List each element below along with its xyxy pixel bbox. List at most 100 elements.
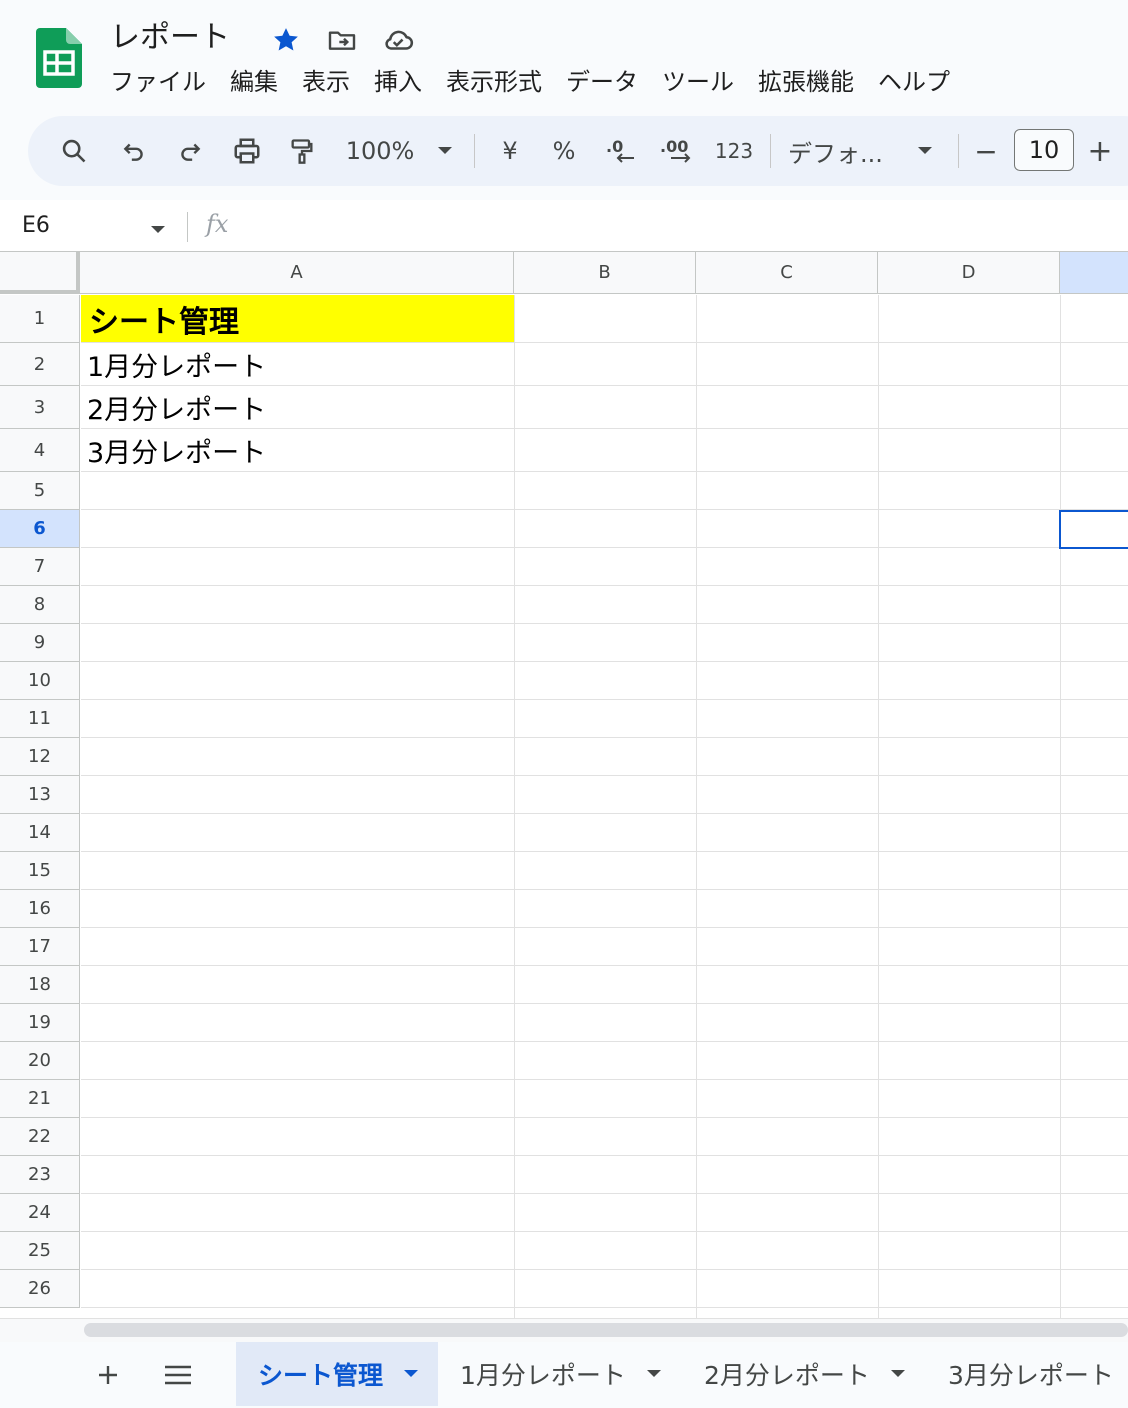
sheet-tab-january[interactable]: 1月分レポート <box>438 1342 682 1406</box>
app-header: レポート ファイル 編集 表示 挿入 表示形式 データ ツール 拡張機能 ヘルプ <box>0 0 1128 200</box>
add-sheet-icon[interactable] <box>88 1355 128 1395</box>
sheet-tab-label: シート管理 <box>258 1361 384 1390</box>
sheet-tab-caret-icon[interactable] <box>646 1369 662 1379</box>
row-header-4[interactable]: 4 <box>0 429 80 472</box>
row-header-14[interactable]: 14 <box>0 814 80 852</box>
font-dropdown-caret-icon[interactable] <box>908 116 942 186</box>
active-cell-selection[interactable] <box>1059 510 1128 549</box>
gridline <box>81 775 1128 776</box>
decrease-decimal-icon[interactable]: .0 <box>598 116 644 186</box>
font-size-input[interactable]: 10 <box>1014 129 1074 171</box>
gridline <box>81 1041 1128 1042</box>
menu-view[interactable]: 表示 <box>290 64 362 100</box>
menu-tools[interactable]: ツール <box>650 64 746 100</box>
document-title[interactable]: レポート <box>110 18 230 58</box>
redo-icon[interactable] <box>168 116 212 186</box>
gridline <box>81 1269 1128 1270</box>
row-header-3[interactable]: 3 <box>0 386 80 429</box>
gridline <box>81 623 1128 624</box>
sheet-tab-caret-icon[interactable] <box>403 1369 419 1379</box>
decrease-font-size-button[interactable]: − <box>970 116 1002 186</box>
row-header-25[interactable]: 25 <box>0 1232 80 1270</box>
row-header-23[interactable]: 23 <box>0 1156 80 1194</box>
sheet-tab-management[interactable]: シート管理 <box>236 1342 438 1406</box>
gridline <box>81 509 1128 510</box>
row-header-26[interactable]: 26 <box>0 1270 80 1308</box>
gridline <box>696 295 697 1318</box>
column-header-c[interactable]: C <box>696 252 878 294</box>
row-header-5[interactable]: 5 <box>0 472 80 510</box>
name-box-caret-icon[interactable] <box>150 220 166 239</box>
zoom-dropdown-caret-icon[interactable] <box>428 116 462 186</box>
horizontal-scrollbar[interactable] <box>0 1318 1128 1342</box>
cell-a2[interactable]: 1月分レポート <box>87 343 266 386</box>
sheets-logo-icon[interactable] <box>36 28 82 88</box>
column-header-a[interactable]: A <box>80 252 514 294</box>
column-header-e[interactable] <box>1060 252 1128 294</box>
all-sheets-menu-icon[interactable] <box>158 1355 198 1395</box>
row-header-7[interactable]: 7 <box>0 548 80 586</box>
row-header-21[interactable]: 21 <box>0 1080 80 1118</box>
cell-a4[interactable]: 3月分レポート <box>87 429 266 472</box>
row-header-17[interactable]: 17 <box>0 928 80 966</box>
row-header-24[interactable]: 24 <box>0 1194 80 1232</box>
row-header-20[interactable]: 20 <box>0 1042 80 1080</box>
gridline <box>81 851 1128 852</box>
row-header-19[interactable]: 19 <box>0 1004 80 1042</box>
column-header-b[interactable]: B <box>514 252 696 294</box>
increase-decimal-icon[interactable]: .00 <box>654 116 700 186</box>
move-to-folder-icon[interactable] <box>324 22 360 58</box>
menu-file[interactable]: ファイル <box>98 64 218 100</box>
zoom-value[interactable]: 100% <box>340 116 420 186</box>
undo-icon[interactable] <box>112 116 156 186</box>
formula-bar: E6 fx <box>0 200 1128 252</box>
sheet-tab-march[interactable]: 3月分レポート <box>926 1342 1128 1406</box>
menu-extensions[interactable]: 拡張機能 <box>746 64 866 100</box>
gridline <box>81 1003 1128 1004</box>
gridline <box>81 889 1128 890</box>
sheet-tab-caret-icon[interactable] <box>890 1369 906 1379</box>
svg-text:.0: .0 <box>606 137 623 156</box>
more-formats-button[interactable]: 123 <box>710 116 758 186</box>
row-header-16[interactable]: 16 <box>0 890 80 928</box>
row-header-6[interactable]: 6 <box>0 510 80 548</box>
row-header-8[interactable]: 8 <box>0 586 80 624</box>
toolbar-separator <box>474 134 475 168</box>
menu-help[interactable]: ヘルプ <box>866 64 962 100</box>
percent-format-button[interactable]: % <box>544 116 584 186</box>
print-icon[interactable] <box>224 116 270 186</box>
cloud-saved-icon[interactable] <box>380 22 416 58</box>
gridline <box>878 295 879 1318</box>
horizontal-scrollbar-thumb[interactable] <box>84 1323 1128 1337</box>
search-menus-icon[interactable] <box>50 116 98 186</box>
row-header-9[interactable]: 9 <box>0 624 80 662</box>
cell-area[interactable]: シート管理 1月分レポート 2月分レポート 3月分レポート <box>81 295 1128 1318</box>
gridline <box>81 547 1128 548</box>
row-header-1[interactable]: 1 <box>0 295 80 343</box>
star-icon[interactable] <box>268 22 304 58</box>
row-header-11[interactable]: 11 <box>0 700 80 738</box>
name-box[interactable]: E6 <box>22 210 50 242</box>
row-header-18[interactable]: 18 <box>0 966 80 1004</box>
currency-format-button[interactable]: ¥ <box>490 116 530 186</box>
gridline <box>81 1155 1128 1156</box>
row-header-13[interactable]: 13 <box>0 776 80 814</box>
increase-font-size-button[interactable]: + <box>1084 116 1116 186</box>
font-family-select[interactable]: デフォ... <box>788 116 898 186</box>
row-header-2[interactable]: 2 <box>0 343 80 386</box>
column-header-d[interactable]: D <box>878 252 1060 294</box>
row-header-22[interactable]: 22 <box>0 1118 80 1156</box>
sheet-tab-february[interactable]: 2月分レポート <box>682 1342 926 1406</box>
gridline <box>81 737 1128 738</box>
row-header-10[interactable]: 10 <box>0 662 80 700</box>
menu-format[interactable]: 表示形式 <box>434 64 554 100</box>
menu-data[interactable]: データ <box>554 64 650 100</box>
select-all-corner[interactable] <box>0 252 80 294</box>
menu-insert[interactable]: 挿入 <box>362 64 434 100</box>
menu-edit[interactable]: 編集 <box>218 64 290 100</box>
cell-a1[interactable]: シート管理 <box>81 295 514 343</box>
paint-format-icon[interactable] <box>280 116 324 186</box>
row-header-12[interactable]: 12 <box>0 738 80 776</box>
cell-a3[interactable]: 2月分レポート <box>87 386 266 429</box>
row-header-15[interactable]: 15 <box>0 852 80 890</box>
